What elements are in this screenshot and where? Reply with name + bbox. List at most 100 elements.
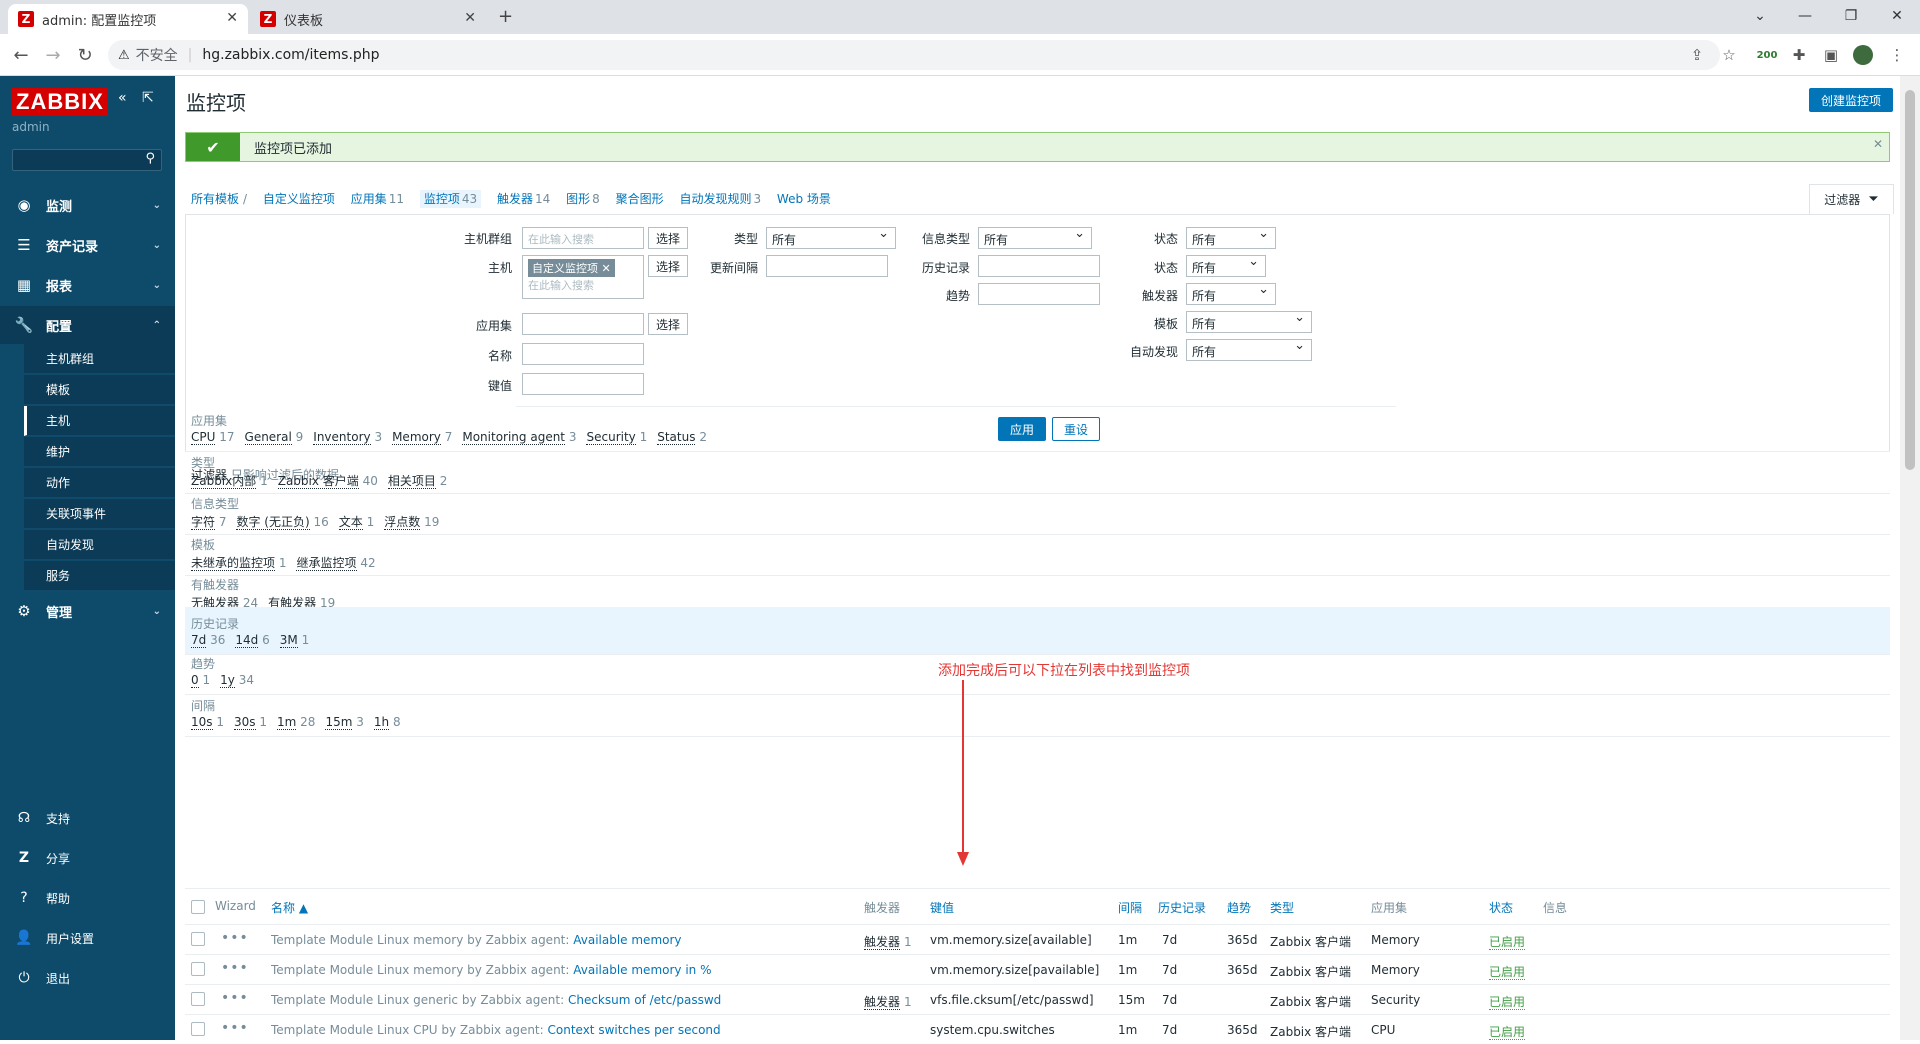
minimize-icon[interactable]: — bbox=[1790, 2, 1820, 30]
application-input[interactable] bbox=[522, 313, 644, 335]
template-prefix-link[interactable]: Template Module Linux CPU by Zabbix agen… bbox=[271, 1023, 548, 1037]
row-checkbox[interactable] bbox=[191, 1022, 205, 1036]
item-name-link[interactable]: Available memory bbox=[573, 933, 681, 947]
more-actions-icon[interactable]: ••• bbox=[221, 930, 249, 946]
row-checkbox[interactable] bbox=[191, 992, 205, 1006]
name-input[interactable] bbox=[522, 343, 644, 365]
kiosk-mode-icon[interactable]: ⇱ bbox=[142, 90, 154, 106]
subfilter-value-link[interactable]: Memory bbox=[392, 430, 441, 445]
item-name-link[interactable]: Available memory in % bbox=[573, 963, 711, 977]
select-all-checkbox[interactable] bbox=[191, 900, 205, 914]
scrollbar-thumb[interactable] bbox=[1905, 90, 1915, 470]
collapse-sidebar-icon[interactable]: « bbox=[118, 90, 127, 106]
subfilter-value-link[interactable]: 14d bbox=[235, 633, 259, 648]
submenu-services[interactable]: 服务 bbox=[24, 561, 175, 591]
key-input[interactable] bbox=[522, 373, 644, 395]
crumb-screens[interactable]: 聚合图形 bbox=[616, 192, 664, 206]
menu-help[interactable]: ? 帮助 bbox=[0, 878, 175, 918]
col-key[interactable]: 键值 bbox=[930, 899, 954, 916]
menu-share[interactable]: Z 分享 bbox=[0, 838, 175, 878]
template-prefix-link[interactable]: Template Module Linux memory by Zabbix a… bbox=[271, 933, 573, 947]
col-name[interactable]: 名称 ▲ bbox=[271, 899, 308, 916]
crumb-applications[interactable]: 应用集 11 bbox=[351, 192, 404, 206]
subfilter-value-link[interactable]: 30s bbox=[234, 715, 256, 730]
status-toggle-link[interactable]: 已启用 bbox=[1489, 1025, 1526, 1040]
submenu-discovery[interactable]: 自动发现 bbox=[24, 530, 175, 560]
subfilter-value-link[interactable]: 1y bbox=[220, 673, 235, 688]
host-select-button[interactable]: 选择 bbox=[648, 255, 688, 277]
profile-avatar-icon[interactable] bbox=[1850, 42, 1876, 68]
menu-monitoring[interactable]: ◉ 监测 ⌄ bbox=[0, 186, 175, 224]
crumb-template[interactable]: 自定义监控项 bbox=[263, 192, 335, 206]
close-tab-icon[interactable]: ✕ bbox=[464, 10, 476, 26]
sidepanel-icon[interactable]: ▣ bbox=[1818, 42, 1844, 68]
browser-tab-items[interactable]: Z admin: 配置监控项 ✕ bbox=[8, 4, 248, 34]
sidebar-search-input[interactable]: ⚲ bbox=[12, 149, 162, 171]
subfilter-value-link[interactable]: Inventory bbox=[313, 430, 371, 445]
template-select[interactable]: 所有 bbox=[1186, 310, 1312, 333]
col-status[interactable]: 状态 bbox=[1489, 899, 1513, 916]
trends-input[interactable] bbox=[978, 283, 1100, 305]
interval-input[interactable] bbox=[766, 255, 888, 277]
subfilter-value-link[interactable]: Status bbox=[657, 430, 696, 445]
crumb-discovery-rules[interactable]: 自动发现规则 3 bbox=[679, 192, 761, 206]
share-page-icon[interactable]: ⇪ bbox=[1684, 42, 1710, 68]
submenu-actions[interactable]: 动作 bbox=[24, 468, 175, 498]
url-field[interactable]: ⚠ 不安全 | hg.zabbix.com/items.php bbox=[108, 40, 1720, 70]
crumb-all-templates[interactable]: 所有模板 bbox=[191, 192, 239, 206]
menu-configuration[interactable]: 🔧 配置 ⌃ bbox=[0, 306, 175, 344]
subfilter-value-link[interactable]: Security bbox=[586, 430, 636, 445]
zabbix-logo[interactable]: ZABBIX bbox=[12, 88, 108, 116]
extension-badge[interactable]: 200 bbox=[1754, 42, 1780, 68]
more-actions-icon[interactable]: ••• bbox=[221, 1020, 249, 1036]
host-group-select-button[interactable]: 选择 bbox=[648, 227, 688, 249]
col-type[interactable]: 类型 bbox=[1270, 899, 1294, 916]
history-input[interactable] bbox=[978, 255, 1100, 277]
status-toggle-link[interactable]: 已启用 bbox=[1489, 935, 1526, 950]
item-name-link[interactable]: Context switches per second bbox=[548, 1023, 721, 1037]
subfilter-value-link[interactable]: 1h bbox=[373, 715, 390, 730]
host-multiselect[interactable]: 自定义监控项 ✕ 在此输入搜索 bbox=[522, 255, 644, 299]
submenu-maintenance[interactable]: 维护 bbox=[24, 437, 175, 467]
template-prefix-link[interactable]: Template Module Linux memory by Zabbix a… bbox=[271, 963, 573, 977]
menu-inventory[interactable]: ☰ 资产记录 ⌄ bbox=[0, 226, 175, 264]
tab-search-icon[interactable]: ⌄ bbox=[1745, 2, 1775, 30]
submenu-templates[interactable]: 模板 bbox=[24, 375, 175, 405]
subfilter-value-link[interactable]: General bbox=[244, 430, 292, 445]
new-tab-icon[interactable]: + bbox=[498, 6, 513, 27]
subfilter-value-link[interactable]: 15m bbox=[325, 715, 353, 730]
create-item-button[interactable]: 创建监控项 bbox=[1809, 88, 1893, 112]
subfilter-value-link[interactable]: 7d bbox=[191, 633, 207, 648]
crumb-web-scenarios[interactable]: Web 场景 bbox=[777, 192, 831, 206]
close-icon[interactable]: ✕ bbox=[1873, 137, 1883, 151]
crumb-graphs[interactable]: 图形 8 bbox=[566, 192, 600, 206]
menu-administration[interactable]: ⚙ 管理 ⌄ bbox=[0, 592, 175, 630]
menu-reports[interactable]: ▦ 报表 ⌄ bbox=[0, 266, 175, 304]
application-select-button[interactable]: 选择 bbox=[648, 313, 688, 335]
close-tab-icon[interactable]: ✕ bbox=[226, 10, 238, 26]
col-interval[interactable]: 间隔 bbox=[1118, 899, 1142, 916]
page-scrollbar[interactable] bbox=[1900, 76, 1920, 1040]
triggers-select[interactable]: 所有 bbox=[1186, 282, 1276, 305]
status-toggle-link[interactable]: 已启用 bbox=[1489, 965, 1526, 980]
template-prefix-link[interactable]: Template Module Linux generic by Zabbix … bbox=[271, 993, 568, 1007]
back-icon[interactable]: ← bbox=[8, 42, 34, 68]
bookmark-star-icon[interactable]: ☆ bbox=[1716, 42, 1742, 68]
menu-user-settings[interactable]: 👤 用户设置 bbox=[0, 918, 175, 958]
menu-sign-out[interactable]: ⏻ 退出 bbox=[0, 958, 175, 998]
crumb-triggers[interactable]: 触发器 14 bbox=[497, 192, 550, 206]
row-checkbox[interactable] bbox=[191, 962, 205, 976]
triggers-link[interactable]: 触发器 bbox=[864, 995, 901, 1010]
triggers-link[interactable]: 触发器 bbox=[864, 935, 901, 950]
subfilter-value-link[interactable]: Monitoring agent bbox=[462, 430, 566, 445]
row-checkbox[interactable] bbox=[191, 932, 205, 946]
subfilter-value-link[interactable]: 3M bbox=[279, 633, 298, 648]
restore-icon[interactable]: ❐ bbox=[1836, 2, 1866, 30]
type-select[interactable]: 所有 bbox=[766, 226, 896, 249]
submenu-event-correlation[interactable]: 关联项事件 bbox=[24, 499, 175, 529]
discovery-select[interactable]: 所有 bbox=[1186, 338, 1312, 361]
submenu-hosts[interactable]: 主机 bbox=[24, 406, 175, 436]
subfilter-value-link[interactable]: 0 bbox=[191, 673, 199, 688]
col-history[interactable]: 历史记录 bbox=[1158, 899, 1206, 916]
crumb-items[interactable]: 监控项 43 bbox=[419, 190, 482, 208]
